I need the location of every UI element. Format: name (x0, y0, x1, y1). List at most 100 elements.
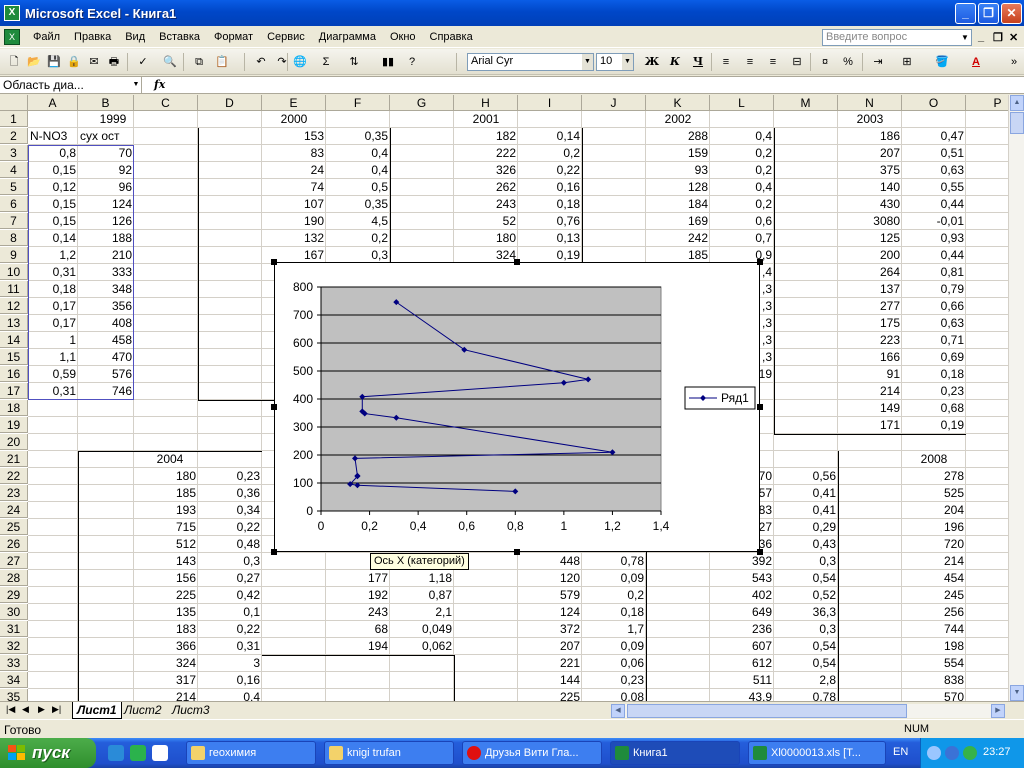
row-header-30[interactable]: 30 (0, 604, 28, 620)
cell-j30[interactable]: 0,18 (582, 604, 646, 620)
cell-c24[interactable]: 193 (134, 502, 198, 518)
align-center-icon[interactable]: ≡ (740, 53, 760, 71)
tray-app-icon[interactable] (963, 746, 977, 760)
row-header-24[interactable]: 24 (0, 502, 28, 518)
insert-function-button[interactable]: fx (154, 78, 165, 91)
row-header-25[interactable]: 25 (0, 519, 28, 535)
font-size-arrow-icon[interactable]: ▼ (622, 54, 633, 70)
tray-network-icon[interactable] (927, 746, 941, 760)
prev-sheet-icon[interactable]: ◀ (22, 704, 29, 715)
cell-j33[interactable]: 0,06 (582, 655, 646, 671)
cell-f2[interactable]: 0,35 (326, 128, 390, 144)
cell-o35[interactable]: 570 (902, 689, 966, 701)
scroll-left-icon[interactable]: ◀ (611, 704, 625, 718)
row-header-3[interactable]: 3 (0, 145, 28, 161)
embedded-chart[interactable]: 0 100 200 300 400 500 600 700 800 0 0,2 0,4 0,6 0,8 1 1… (274, 262, 760, 552)
cell-l30[interactable]: 649 (710, 604, 774, 620)
cell-c34[interactable]: 317 (134, 672, 198, 688)
cell-e6[interactable]: 107 (262, 196, 326, 212)
doc-close-button[interactable]: ✕ (1009, 31, 1018, 44)
cell-i5[interactable]: 0,16 (518, 179, 582, 195)
cell-f5[interactable]: 0,5 (326, 179, 390, 195)
row-header-32[interactable]: 32 (0, 638, 28, 654)
email-icon[interactable]: ✉ (84, 53, 104, 71)
cell-m22[interactable]: 0,56 (774, 468, 838, 484)
cell-i2[interactable]: 0,14 (518, 128, 582, 144)
last-sheet-icon[interactable]: ▶| (52, 704, 61, 715)
cell-n1[interactable]: 2003 (774, 111, 966, 127)
cell-j28[interactable]: 0,09 (582, 570, 646, 586)
cell-l29[interactable]: 402 (710, 587, 774, 603)
help-dropdown-arrow-icon[interactable]: ▼ (959, 30, 971, 45)
row-header-26[interactable]: 26 (0, 536, 28, 552)
row-header-35[interactable]: 35 (0, 689, 28, 701)
task-xl-file[interactable]: Xl0000013.xls [T... (748, 741, 886, 765)
quicklaunch-app-icon[interactable] (130, 745, 146, 761)
undo-icon[interactable]: ↶ (251, 53, 271, 71)
cell-l7[interactable]: 0,6 (710, 213, 774, 229)
row-header-21[interactable]: 21 (0, 451, 28, 467)
cell-n6[interactable]: 430 (838, 196, 902, 212)
align-left-icon[interactable]: ≡ (716, 53, 736, 71)
cell-d29[interactable]: 0,42 (198, 587, 262, 603)
cell-o16[interactable]: 0,18 (902, 366, 966, 382)
cell-d24[interactable]: 0,34 (198, 502, 262, 518)
row-header-11[interactable]: 11 (0, 281, 28, 297)
cell-j34[interactable]: 0,23 (582, 672, 646, 688)
menu-window[interactable]: Окно (383, 31, 423, 43)
cell-m34[interactable]: 2,8 (774, 672, 838, 688)
cell-n2[interactable]: 186 (838, 128, 902, 144)
cell-f31[interactable]: 68 (326, 621, 390, 637)
row-header-20[interactable]: 20 (0, 434, 28, 450)
cell-n16[interactable]: 91 (838, 366, 902, 382)
column-header-h[interactable]: H (454, 95, 518, 111)
row-header-22[interactable]: 22 (0, 468, 28, 484)
cell-e8[interactable]: 132 (262, 230, 326, 246)
cell-l3[interactable]: 0,2 (710, 145, 774, 161)
cell-k3[interactable]: 159 (646, 145, 710, 161)
cell-g31[interactable]: 0,049 (390, 621, 454, 637)
cell-i27[interactable]: 448 (518, 553, 582, 569)
chart-handle-bottom-mid[interactable] (514, 549, 520, 555)
menu-tools[interactable]: Сервис (260, 31, 312, 43)
row-header-33[interactable]: 33 (0, 655, 28, 671)
column-header-i[interactable]: I (518, 95, 582, 111)
chart-handle-top-mid[interactable] (514, 259, 520, 265)
cell-i28[interactable]: 120 (518, 570, 582, 586)
cell-k6[interactable]: 184 (646, 196, 710, 212)
cell-c22[interactable]: 180 (134, 468, 198, 484)
cell-n3[interactable]: 207 (838, 145, 902, 161)
align-right-icon[interactable]: ≡ (763, 53, 783, 71)
cell-i31[interactable]: 372 (518, 621, 582, 637)
task-opera-browser[interactable]: Друзья Вити Гла... (462, 741, 602, 765)
cell-l4[interactable]: 0,2 (710, 162, 774, 178)
cell-m33[interactable]: 0,54 (774, 655, 838, 671)
cell-b2[interactable]: сух ост (78, 128, 134, 144)
cell-i35[interactable]: 225 (518, 689, 582, 701)
cell-j29[interactable]: 0,2 (582, 587, 646, 603)
column-header-k[interactable]: K (646, 95, 710, 111)
cell-c21[interactable]: 2004 (78, 451, 262, 467)
paste-icon[interactable]: 📋 (212, 53, 232, 71)
row-header-6[interactable]: 6 (0, 196, 28, 212)
cell-d26[interactable]: 0,48 (198, 536, 262, 552)
task-geochemistry[interactable]: геохимия (186, 741, 316, 765)
cell-h5[interactable]: 262 (454, 179, 518, 195)
select-all-corner[interactable] (0, 95, 28, 111)
cell-g29[interactable]: 0,87 (390, 587, 454, 603)
row-header-7[interactable]: 7 (0, 213, 28, 229)
scroll-up-icon[interactable]: ▲ (1010, 95, 1024, 111)
cell-l32[interactable]: 607 (710, 638, 774, 654)
cell-n17[interactable]: 214 (838, 383, 902, 399)
sheet-tab-2[interactable]: Лист2 (120, 702, 166, 719)
indent-icon[interactable]: ⇥ (868, 53, 888, 71)
font-name-combo[interactable]: Arial Cyr ▼ (467, 53, 594, 71)
column-header-g[interactable]: G (390, 95, 454, 111)
spelling-icon[interactable]: ✓ (133, 53, 153, 71)
cell-g28[interactable]: 1,18 (390, 570, 454, 586)
cell-e2[interactable]: 153 (262, 128, 326, 144)
cell-h2[interactable]: 182 (454, 128, 518, 144)
cell-o8[interactable]: 0,93 (902, 230, 966, 246)
workbook-icon[interactable]: X (4, 28, 20, 45)
font-name-arrow-icon[interactable]: ▼ (582, 54, 593, 70)
